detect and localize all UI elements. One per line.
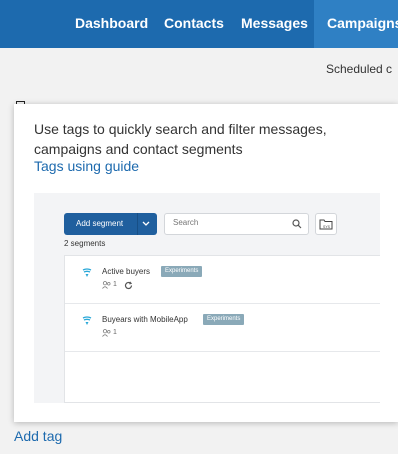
- folder-button: SYS: [315, 213, 337, 235]
- segment-count: 2 segments: [64, 239, 106, 248]
- tooltip-text: Use tags to quickly search and filter me…: [34, 121, 327, 157]
- user-count: 1: [113, 281, 117, 288]
- top-navigation: Dashboard Contacts Messages Campaigns: [0, 0, 398, 48]
- user-icon: [102, 281, 111, 289]
- segment-name: Active buyers: [102, 267, 151, 276]
- search-input: [173, 218, 283, 227]
- search-field: [164, 213, 309, 235]
- search-icon: [292, 219, 302, 229]
- experiments-badge: Experiments: [203, 314, 245, 325]
- user-count: 1: [113, 329, 117, 336]
- add-segment-label: Add segment: [76, 219, 124, 228]
- segment-list: Active buyers Experiments 1 Buyears with…: [64, 255, 380, 403]
- experiments-badge: Experiments: [161, 266, 203, 277]
- nav-contacts[interactable]: Contacts: [152, 0, 236, 48]
- tags-tooltip: Use tags to quickly search and filter me…: [14, 104, 398, 422]
- chevron-down-icon: [142, 221, 150, 226]
- add-segment-button: Add segment: [64, 213, 157, 235]
- segments-preview-image: Add segment SYS 2 segments Active buyers…: [34, 193, 380, 403]
- refresh-icon: [124, 281, 133, 290]
- funnel-icon: [82, 316, 92, 325]
- nav-messages[interactable]: Messages: [230, 0, 319, 48]
- nav-campaigns[interactable]: Campaigns: [314, 0, 398, 48]
- add-tag-link[interactable]: Add tag: [14, 428, 62, 444]
- segment-name: Buyears with MobileApp: [102, 315, 188, 324]
- tags-guide-link[interactable]: Tags using guide: [34, 158, 139, 174]
- folder-icon: SYS: [319, 219, 333, 230]
- nav-dashboard[interactable]: Dashboard: [62, 0, 161, 48]
- funnel-icon: [82, 268, 92, 277]
- user-icon: [102, 329, 111, 337]
- scheduled-tab-label[interactable]: Scheduled c: [326, 62, 392, 76]
- button-divider: [137, 213, 138, 235]
- list-item: Active buyers Experiments 1: [65, 256, 380, 304]
- svg-text:SYS: SYS: [323, 225, 331, 229]
- list-item: Buyears with MobileApp Experiments 1: [65, 304, 380, 352]
